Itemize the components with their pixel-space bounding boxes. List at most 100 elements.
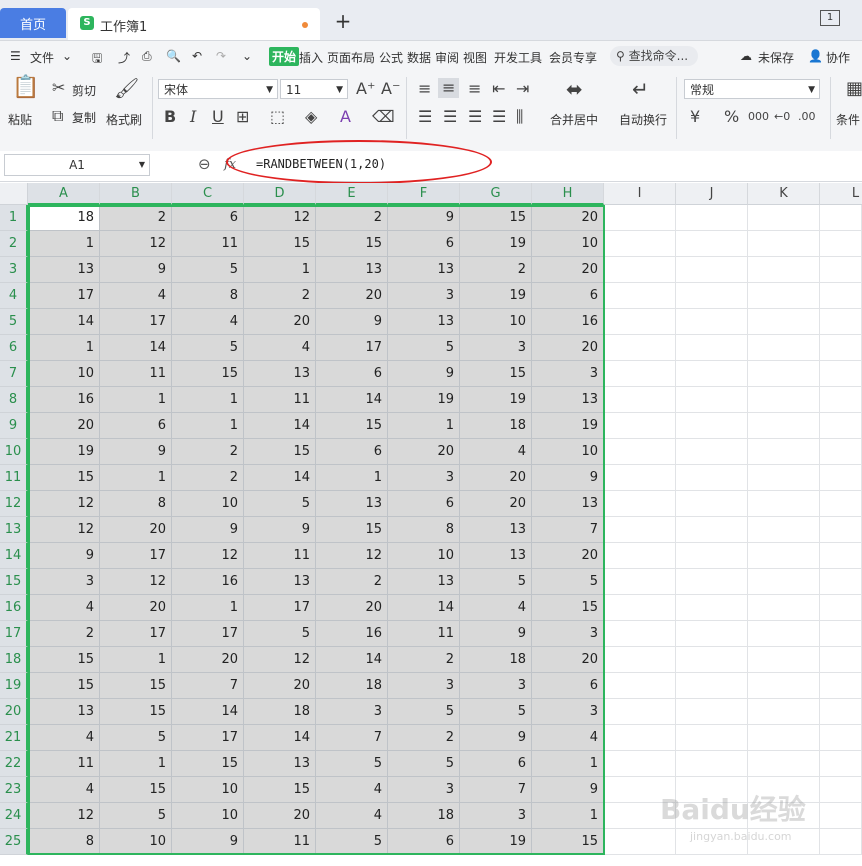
table-cell[interactable]: 15 [172, 751, 244, 777]
empty-cell[interactable] [676, 361, 748, 387]
search-commands-input[interactable]: ⚲ 查找命令... [610, 46, 698, 66]
table-cell[interactable]: 13 [244, 569, 316, 595]
table-cell[interactable]: 4 [28, 777, 100, 803]
table-cell[interactable]: 11 [388, 621, 460, 647]
align-middle-icon[interactable]: ≡ [438, 78, 460, 98]
table-cell[interactable]: 6 [532, 283, 604, 309]
table-cell[interactable]: 17 [244, 595, 316, 621]
table-cell[interactable]: 17 [28, 283, 100, 309]
row-header[interactable]: 9 [0, 413, 28, 439]
table-cell[interactable]: 5 [388, 335, 460, 361]
format-painter-icon[interactable]: 🖌 [114, 78, 139, 98]
align-left-icon[interactable]: ☰ [418, 108, 432, 126]
redo-icon[interactable]: ↷ [216, 49, 226, 63]
table-cell[interactable]: 3 [532, 361, 604, 387]
table-cell[interactable]: 1 [172, 413, 244, 439]
table-cell[interactable]: 15 [316, 231, 388, 257]
table-cell[interactable]: 2 [316, 569, 388, 595]
number-format-select[interactable]: 常规 ▼ [684, 79, 820, 99]
table-cell[interactable]: 5 [460, 569, 532, 595]
empty-cell[interactable] [604, 517, 676, 543]
table-cell[interactable]: 4 [28, 725, 100, 751]
table-cell[interactable]: 9 [316, 309, 388, 335]
percent-icon[interactable]: % [724, 108, 739, 126]
decrease-decimal-icon[interactable]: .00 [798, 108, 816, 126]
table-cell[interactable]: 9 [28, 543, 100, 569]
paste-button[interactable]: 粘贴 [8, 111, 32, 128]
table-cell[interactable]: 1 [244, 257, 316, 283]
table-cell[interactable]: 15 [100, 777, 172, 803]
empty-cell[interactable] [820, 231, 862, 257]
table-cell[interactable]: 11 [244, 829, 316, 855]
table-cell[interactable]: 14 [100, 335, 172, 361]
table-cell[interactable]: 9 [388, 361, 460, 387]
align-bottom-icon[interactable]: ≡ [468, 80, 481, 98]
table-cell[interactable]: 18 [460, 413, 532, 439]
table-cell[interactable]: 1 [316, 465, 388, 491]
empty-cell[interactable] [748, 699, 820, 725]
row-header[interactable]: 22 [0, 751, 28, 777]
eraser-icon[interactable]: ⌫ [372, 108, 395, 126]
export-icon[interactable]: ⤴ [118, 49, 130, 66]
table-cell[interactable]: 6 [460, 751, 532, 777]
empty-cell[interactable] [820, 205, 862, 231]
table-cell[interactable]: 1 [28, 231, 100, 257]
table-cell[interactable]: 6 [532, 673, 604, 699]
table-cell[interactable]: 2 [388, 647, 460, 673]
table-cell[interactable]: 9 [100, 257, 172, 283]
empty-cell[interactable] [820, 673, 862, 699]
row-header[interactable]: 14 [0, 543, 28, 569]
distribute-icon[interactable]: ⫼ [516, 108, 523, 126]
table-cell[interactable]: 3 [532, 621, 604, 647]
table-cell[interactable]: 8 [100, 491, 172, 517]
increase-font-icon[interactable]: A⁺ [356, 80, 375, 98]
table-cell[interactable]: 2 [244, 283, 316, 309]
table-cell[interactable]: 15 [28, 647, 100, 673]
table-cell[interactable]: 15 [460, 361, 532, 387]
empty-cell[interactable] [748, 283, 820, 309]
table-cell[interactable]: 5 [244, 621, 316, 647]
empty-cell[interactable] [748, 361, 820, 387]
table-cell[interactable]: 9 [388, 205, 460, 231]
empty-cell[interactable] [604, 673, 676, 699]
table-cell[interactable]: 2 [100, 205, 172, 231]
table-cell[interactable]: 13 [532, 387, 604, 413]
table-cell[interactable]: 20 [532, 205, 604, 231]
table-cell[interactable]: 3 [388, 777, 460, 803]
empty-cell[interactable] [604, 387, 676, 413]
table-cell[interactable]: 13 [28, 257, 100, 283]
row-header[interactable]: 23 [0, 777, 28, 803]
table-cell[interactable]: 1 [100, 387, 172, 413]
table-cell[interactable]: 15 [244, 231, 316, 257]
row-header[interactable]: 16 [0, 595, 28, 621]
empty-cell[interactable] [604, 361, 676, 387]
table-cell[interactable]: 15 [244, 777, 316, 803]
table-cell[interactable]: 3 [316, 699, 388, 725]
table-cell[interactable]: 17 [172, 725, 244, 751]
zoom-icon[interactable]: ⊖ [198, 155, 211, 173]
table-cell[interactable]: 20 [460, 465, 532, 491]
table-cell[interactable]: 20 [100, 517, 172, 543]
table-cell[interactable]: 1 [532, 803, 604, 829]
empty-cell[interactable] [748, 205, 820, 231]
indent-increase-icon[interactable]: ⇥ [516, 80, 529, 98]
table-cell[interactable]: 2 [172, 439, 244, 465]
column-header-c[interactable]: C [172, 183, 244, 205]
table-cell[interactable]: 10 [388, 543, 460, 569]
font-name-select[interactable]: 宋体 ▼ [158, 79, 278, 99]
empty-cell[interactable] [604, 725, 676, 751]
row-header[interactable]: 4 [0, 283, 28, 309]
table-cell[interactable]: 6 [388, 829, 460, 855]
table-cell[interactable]: 15 [316, 517, 388, 543]
empty-cell[interactable] [604, 491, 676, 517]
table-cell[interactable]: 5 [316, 751, 388, 777]
empty-cell[interactable] [676, 751, 748, 777]
empty-cell[interactable] [604, 829, 676, 855]
empty-cell[interactable] [676, 205, 748, 231]
menu-view[interactable]: 视图 [463, 49, 487, 66]
column-header-d[interactable]: D [244, 183, 316, 205]
empty-cell[interactable] [820, 387, 862, 413]
table-cell[interactable]: 15 [172, 361, 244, 387]
table-cell[interactable]: 18 [316, 673, 388, 699]
table-cell[interactable]: 12 [28, 803, 100, 829]
